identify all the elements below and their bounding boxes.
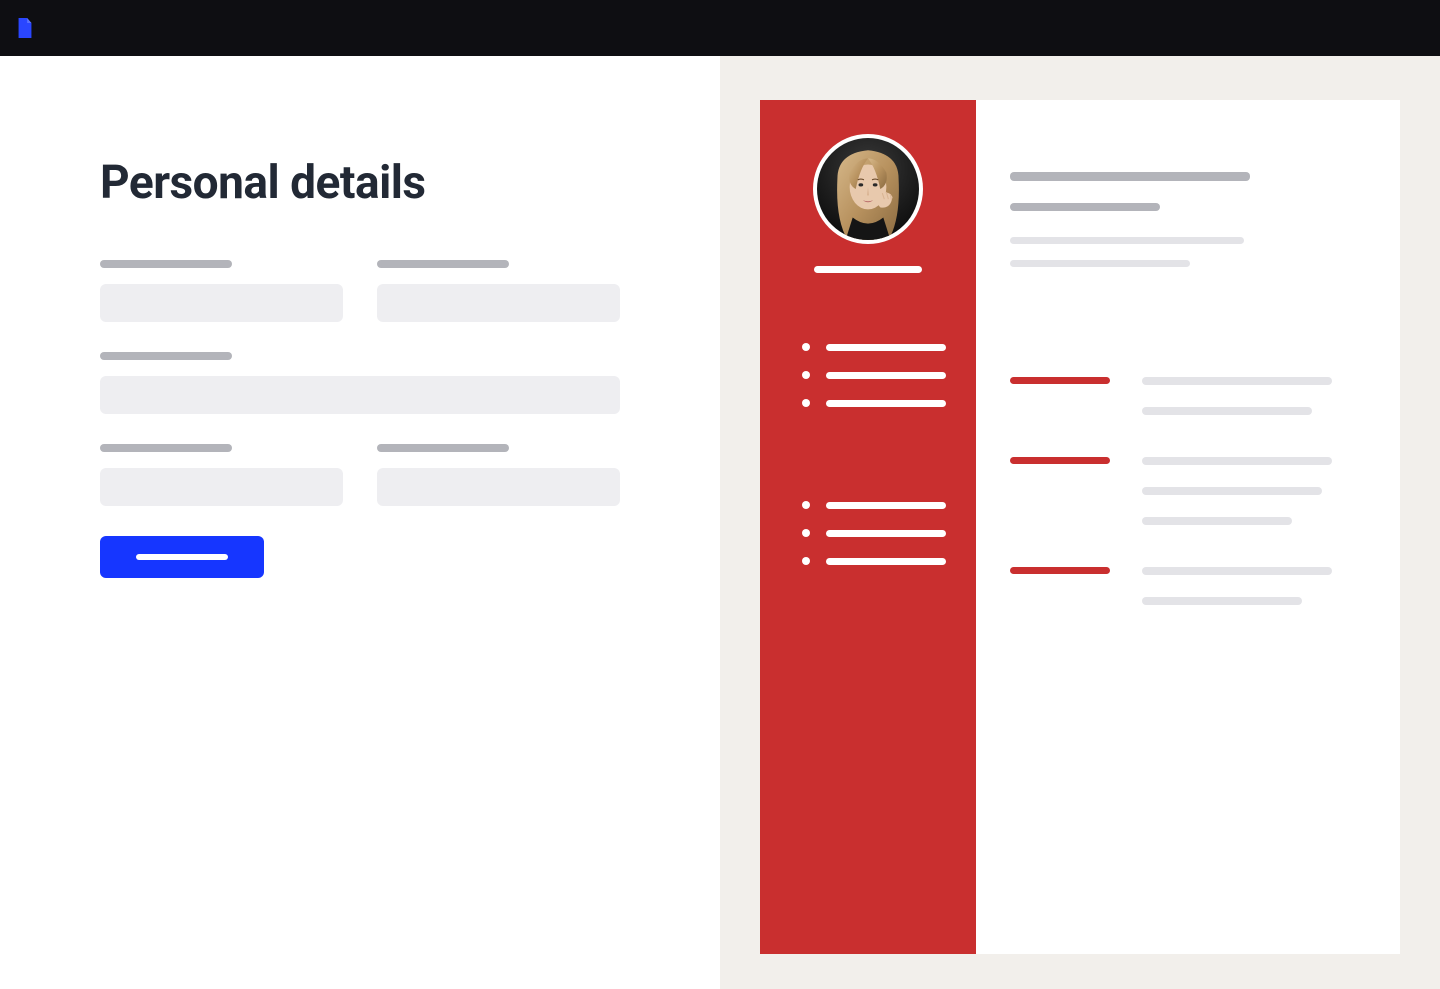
entry-content — [1142, 457, 1366, 525]
field-label — [100, 352, 232, 360]
heading-line — [1010, 237, 1244, 244]
text-input[interactable] — [100, 376, 620, 414]
resume-sidebar — [760, 100, 976, 954]
text-input[interactable] — [100, 284, 343, 322]
list-item — [802, 399, 946, 407]
sidebar-line — [826, 530, 946, 537]
top-bar — [0, 0, 1440, 56]
sidebar-line — [826, 400, 946, 407]
bullet-icon — [802, 557, 810, 565]
resume-entry — [1010, 457, 1366, 525]
form-panel: Personal details — [0, 56, 720, 989]
content-line — [1142, 407, 1312, 415]
bullet-icon — [802, 399, 810, 407]
heading-line — [1010, 203, 1160, 211]
date-line — [1010, 457, 1110, 464]
sidebar-line — [826, 372, 946, 379]
field-label — [100, 260, 232, 268]
sidebar-line — [826, 344, 946, 351]
entry-content — [1142, 377, 1366, 415]
content-line — [1142, 377, 1332, 385]
file-icon[interactable] — [16, 18, 34, 38]
text-input[interactable] — [377, 468, 620, 506]
text-input[interactable] — [100, 468, 343, 506]
entries — [1010, 377, 1366, 605]
list-item — [802, 343, 946, 351]
sidebar-line — [826, 502, 946, 509]
content-line — [1142, 597, 1302, 605]
resume-name-line — [814, 266, 922, 273]
form-field — [377, 260, 620, 322]
content-line — [1142, 517, 1292, 525]
date-line — [1010, 567, 1110, 574]
form-row-3 — [100, 444, 620, 506]
bullet-icon — [802, 343, 810, 351]
entry-content — [1142, 567, 1366, 605]
button-label — [136, 554, 228, 560]
heading-line — [1010, 172, 1250, 181]
content-line — [1142, 487, 1322, 495]
field-label — [100, 444, 232, 452]
form-field — [100, 352, 620, 414]
bullet-icon — [802, 501, 810, 509]
content-line — [1142, 567, 1332, 575]
submit-button[interactable] — [100, 536, 264, 578]
list-item — [802, 529, 946, 537]
form-field — [100, 444, 343, 506]
resume-preview — [760, 100, 1400, 954]
text-input[interactable] — [377, 284, 620, 322]
field-label — [377, 444, 509, 452]
field-label — [377, 260, 509, 268]
resume-entry — [1010, 377, 1366, 415]
main-layout: Personal details — [0, 56, 1440, 989]
list-item — [802, 371, 946, 379]
form-row-2 — [100, 352, 620, 414]
heading-line — [1010, 260, 1190, 267]
form-field — [100, 260, 343, 322]
page-title: Personal details — [100, 156, 620, 210]
resume-entry — [1010, 567, 1366, 605]
entry-date — [1010, 457, 1142, 525]
preview-panel — [720, 56, 1440, 989]
content-line — [1142, 457, 1332, 465]
sidebar-group-2 — [780, 501, 956, 565]
date-line — [1010, 377, 1110, 384]
sidebar-group-1 — [780, 343, 956, 407]
list-item — [802, 557, 946, 565]
entry-date — [1010, 377, 1142, 415]
form-row-1 — [100, 260, 620, 322]
resume-main — [976, 100, 1400, 954]
bullet-icon — [802, 529, 810, 537]
sidebar-line — [826, 558, 946, 565]
list-item — [802, 501, 946, 509]
bullet-icon — [802, 371, 810, 379]
avatar — [813, 134, 923, 244]
form-field — [377, 444, 620, 506]
entry-date — [1010, 567, 1142, 605]
